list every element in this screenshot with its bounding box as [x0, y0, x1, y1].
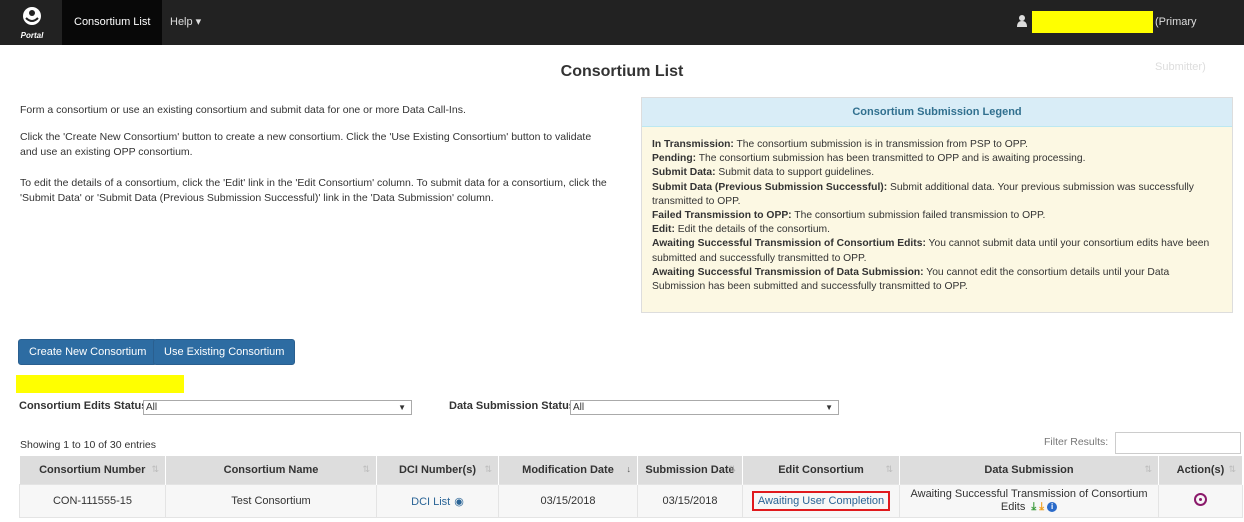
- nav-consortium-list[interactable]: Consortium List: [62, 0, 163, 45]
- column-header[interactable]: Data Submission ⇅: [899, 456, 1159, 485]
- consortium-number-cell: CON-111555-15: [19, 484, 166, 518]
- dci-list-link[interactable]: DCI List: [411, 496, 450, 508]
- eye-icon[interactable]: ◉: [454, 496, 464, 508]
- info-icon[interactable]: i: [1047, 502, 1058, 513]
- legend-item: Pending: The consortium submission has b…: [652, 153, 1086, 165]
- use-existing-consortium-button[interactable]: Use Existing Consortium: [153, 339, 296, 365]
- edits-status-label: Consortium Edits Status: [19, 400, 148, 412]
- sort-icon: ⇅: [1228, 464, 1236, 474]
- download-orange-icon[interactable]: ⤓: [1039, 501, 1044, 514]
- column-header[interactable]: Action(s) ⇅: [1158, 456, 1243, 485]
- nav-help-menu[interactable]: Help ▾: [158, 0, 213, 45]
- portal-logo-text: Portal: [20, 31, 44, 40]
- legend-item: Awaiting Successful Transmission of Cons…: [652, 238, 1210, 264]
- column-header[interactable]: Modification Date ↓: [498, 456, 638, 485]
- table-row: CON-111555-15 Test Consortium DCI List ◉ …: [19, 484, 1243, 518]
- sort-icon: ⇅: [728, 464, 736, 474]
- submission-status-label: Data Submission Status: [449, 400, 575, 412]
- redacted-highlight: [16, 375, 184, 393]
- intro-paragraph-3: To edit the details of a consortium, cli…: [20, 177, 607, 204]
- entries-info: Showing 1 to 10 of 30 entries: [20, 439, 157, 451]
- legend-body: In Transmission: The consortium submissi…: [642, 127, 1232, 294]
- sort-icon: ⇅: [484, 464, 492, 474]
- legend-item: Submit Data (Previous Submission Success…: [652, 181, 1194, 207]
- chevron-down-icon: ▼: [825, 403, 833, 412]
- user-name-redacted[interactable]: [1032, 11, 1153, 33]
- legend-item: Awaiting Successful Transmission of Data…: [652, 266, 1170, 293]
- sort-icon: ⇅: [362, 464, 370, 474]
- column-header[interactable]: Consortium Name ⇅: [165, 456, 377, 485]
- column-header[interactable]: Consortium Number ⇅: [19, 456, 166, 485]
- portal-logo-icon: [14, 6, 50, 31]
- edit-consortium-cell: Awaiting User Completion: [742, 484, 900, 518]
- consortium-table: Consortium Number ⇅ Consortium Name ⇅ DCI …: [19, 456, 1243, 518]
- intro-paragraph-2: Click the 'Create New Consortium' button…: [20, 131, 592, 158]
- actions-cell: [1158, 484, 1243, 518]
- intro-paragraph-1: Form a consortium or use an existing con…: [20, 104, 466, 116]
- sort-desc-icon: ↓: [626, 464, 632, 474]
- action-menu-icon[interactable]: [1194, 493, 1207, 506]
- user-icon: [1017, 15, 1027, 27]
- legend-item: Edit: Edit the details of the consortium…: [652, 224, 830, 236]
- download-green-icon[interactable]: ⤓: [1031, 501, 1036, 514]
- column-header[interactable]: DCI Number(s) ⇅: [376, 456, 499, 485]
- submission-status-value: All: [573, 402, 585, 413]
- legend-title: Consortium Submission Legend: [642, 98, 1232, 127]
- top-navbar: Portal Consortium List Help ▾ (Primary S…: [0, 0, 1244, 73]
- page-title: Consortium List: [560, 63, 684, 80]
- edits-status-value: All: [146, 402, 158, 413]
- legend-item: Submit Data: Submit data to support guid…: [652, 167, 875, 179]
- table-header-row: Consortium Number ⇅ Consortium Name ⇅ DCI …: [19, 456, 1243, 485]
- submission-status-select[interactable]: All ▼: [570, 400, 839, 415]
- data-submission-status: Awaiting Successful Transmission of Cons…: [910, 488, 1148, 514]
- filter-results-label: Filter Results:: [1044, 436, 1109, 448]
- column-header[interactable]: Edit Consortium ⇅: [742, 456, 900, 485]
- modification-date-cell: 03/15/2018: [498, 484, 638, 518]
- awaiting-user-completion-link[interactable]: Awaiting User Completion: [751, 491, 891, 511]
- submission-legend-panel: Consortium Submission Legend In Transmis…: [641, 97, 1233, 313]
- chevron-down-icon: ▼: [398, 403, 406, 412]
- legend-item: In Transmission: The consortium submissi…: [652, 139, 1028, 150]
- portal-logo[interactable]: Portal: [14, 6, 50, 42]
- legend-item: Failed Transmission to OPP: The consorti…: [652, 210, 1046, 222]
- filter-results-input[interactable]: [1115, 432, 1241, 454]
- submission-date-cell: 03/15/2018: [637, 484, 743, 518]
- sort-icon: ⇅: [885, 464, 893, 474]
- column-header[interactable]: Submission Date ⇅: [637, 456, 743, 485]
- data-submission-cell: Awaiting Successful Transmission of Cons…: [899, 484, 1159, 518]
- sort-icon: ⇅: [151, 464, 159, 474]
- consortium-name-cell: Test Consortium: [165, 484, 377, 518]
- dci-cell: DCI List ◉: [376, 484, 499, 518]
- create-new-consortium-button[interactable]: Create New Consortium: [18, 339, 158, 365]
- edits-status-select[interactable]: All ▼: [143, 400, 412, 415]
- sort-icon: ⇅: [1144, 464, 1152, 474]
